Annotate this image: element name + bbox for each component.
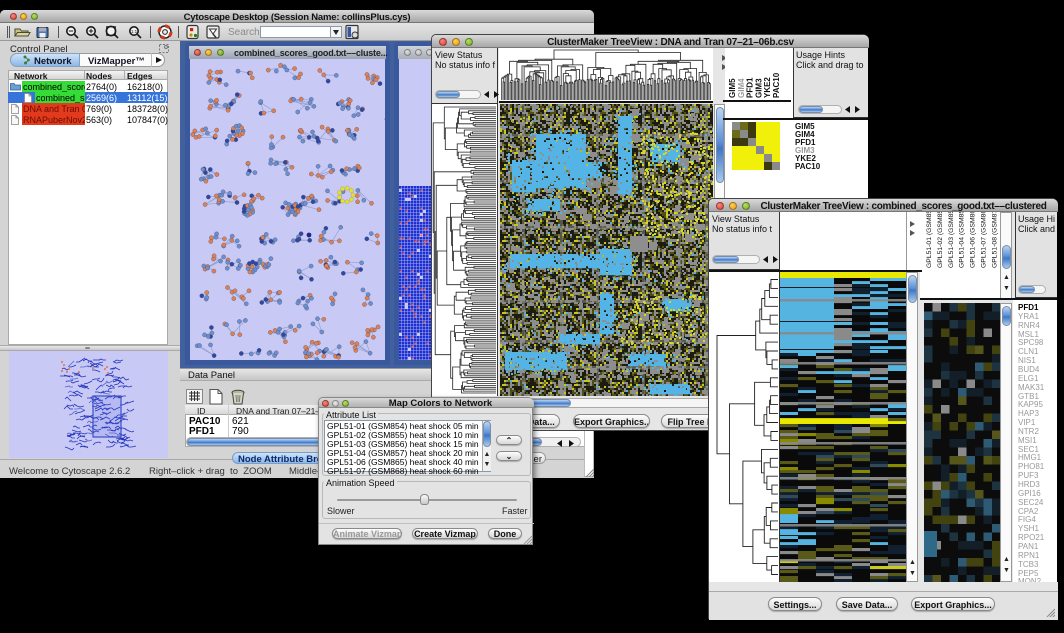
svg-text:GPL51-06 (GSM865): GPL51-06 (GSM865) bbox=[970, 212, 977, 268]
svg-text:GIM3: GIM3 bbox=[754, 78, 763, 98]
svg-text:GPL51-07 (GSM868): GPL51-07 (GSM868) bbox=[981, 212, 988, 268]
svg-text:GPL51-04 (GSM857): GPL51-04 (GSM857) bbox=[959, 212, 966, 268]
svg-text:1:1: 1:1 bbox=[131, 29, 138, 34]
svg-text:GPL51-08 (GSM872): GPL51-08 (GSM872) bbox=[991, 212, 998, 268]
svg-text:YKE2: YKE2 bbox=[763, 77, 772, 98]
svg-text:PAC10: PAC10 bbox=[772, 72, 781, 98]
svg-text:GIM4: GIM4 bbox=[737, 78, 746, 98]
svg-text:GPL51-02 (GSM855): GPL51-02 (GSM855) bbox=[937, 212, 944, 268]
svg-text:PFD1: PFD1 bbox=[746, 77, 755, 98]
svg-text:GPL51-03 (GSM856): GPL51-03 (GSM856) bbox=[948, 212, 955, 268]
svg-text:GPL51-01 (GSM854): GPL51-01 (GSM854) bbox=[926, 212, 933, 268]
svg-text:GIM5: GIM5 bbox=[728, 78, 737, 98]
